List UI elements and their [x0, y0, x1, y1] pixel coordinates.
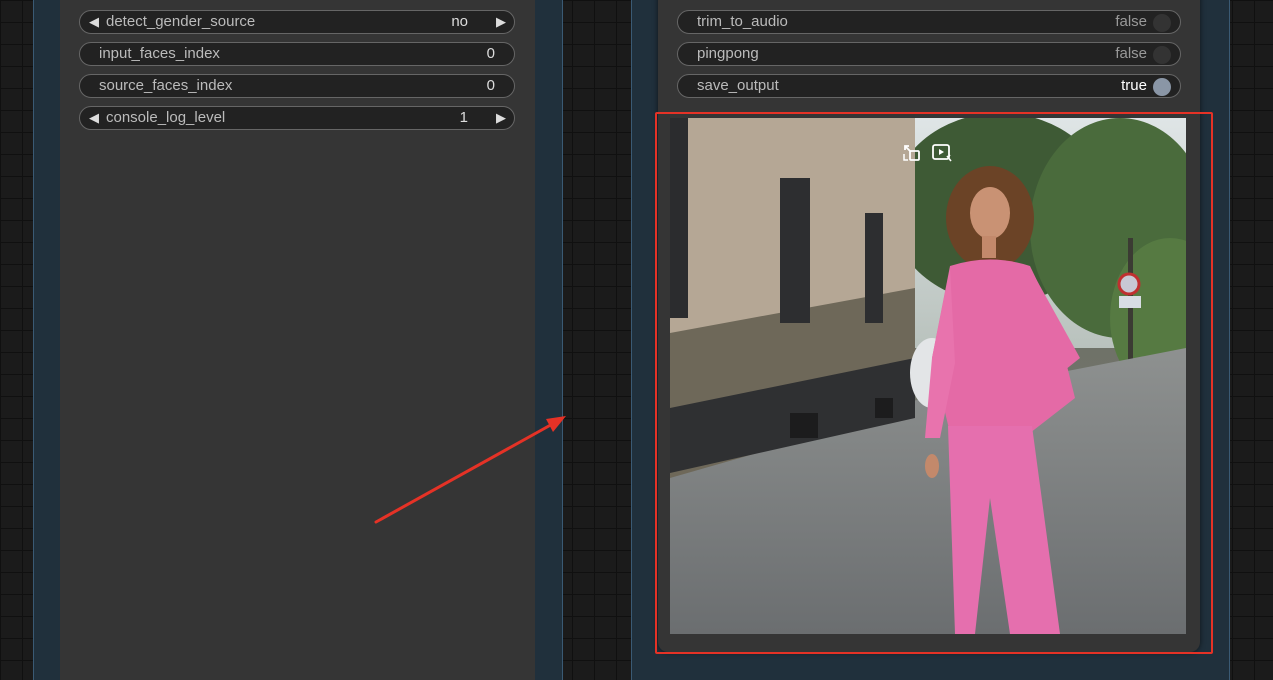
- annotation-arrow-icon: [374, 416, 566, 524]
